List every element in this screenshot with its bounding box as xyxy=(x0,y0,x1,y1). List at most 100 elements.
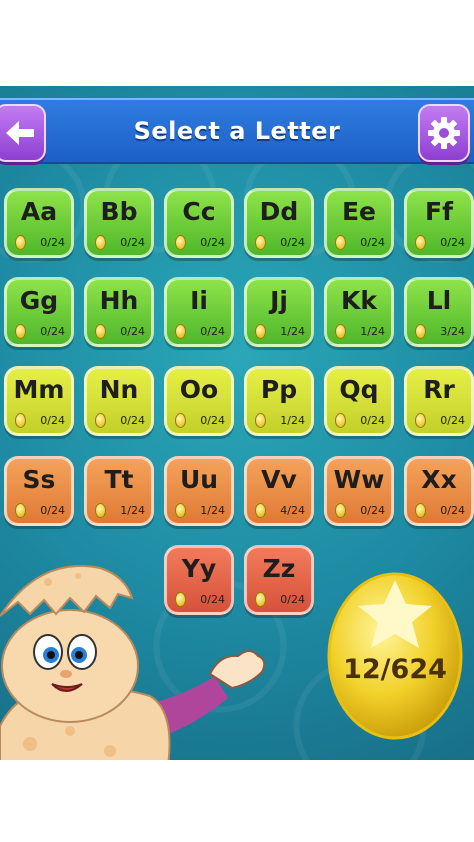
egg-coin-icon xyxy=(15,503,26,518)
title-bar: Select a Letter xyxy=(0,98,474,164)
egg-coin-icon xyxy=(255,235,266,250)
letter-label: Gg xyxy=(19,286,59,315)
letter-tile-h[interactable]: Hh 0/24 xyxy=(84,277,154,347)
letter-tile-a[interactable]: Aa 0/24 xyxy=(4,188,74,258)
egg-coin-icon xyxy=(335,324,346,339)
egg-coin-icon xyxy=(175,324,186,339)
egg-coin-icon xyxy=(415,324,426,339)
total-score: 12/624 xyxy=(343,654,447,685)
letter-score: 0/24 xyxy=(120,414,145,427)
letter-label: Ll xyxy=(426,286,452,315)
letter-label: Rr xyxy=(423,375,455,404)
letter-label: Kk xyxy=(341,286,377,315)
gear-icon xyxy=(428,117,460,149)
letter-label: Ff xyxy=(425,197,453,226)
egg-coin-icon xyxy=(335,503,346,518)
letter-label: Ww xyxy=(333,465,385,494)
letter-score: 0/24 xyxy=(440,236,465,249)
letter-label: Tt xyxy=(104,465,134,494)
letter-tile-s[interactable]: Ss 0/24 xyxy=(4,456,74,526)
letter-score: 1/24 xyxy=(120,504,145,517)
letter-score: 1/24 xyxy=(280,414,305,427)
letter-score: 0/24 xyxy=(40,414,65,427)
letter-label: Xx xyxy=(421,465,457,494)
letter-label: Nn xyxy=(99,375,139,404)
egg-coin-icon xyxy=(95,324,106,339)
letter-tile-l[interactable]: Ll 3/24 xyxy=(404,277,474,347)
letter-label: Ss xyxy=(22,465,56,494)
letter-score: 0/24 xyxy=(280,236,305,249)
letter-score: 0/24 xyxy=(40,504,65,517)
letter-tile-o[interactable]: Oo 0/24 xyxy=(164,366,234,436)
egg-coin-icon xyxy=(175,413,186,428)
letter-label: Vv xyxy=(261,465,297,494)
egg-coin-icon xyxy=(255,503,266,518)
letter-score: 0/24 xyxy=(120,325,145,338)
letter-score: 0/24 xyxy=(40,236,65,249)
letter-score: 1/24 xyxy=(280,325,305,338)
letter-label: Cc xyxy=(182,197,216,226)
letter-tile-b[interactable]: Bb 0/24 xyxy=(84,188,154,258)
letter-tile-n[interactable]: Nn 0/24 xyxy=(84,366,154,436)
egg-coin-icon xyxy=(335,235,346,250)
letter-tile-v[interactable]: Vv 4/24 xyxy=(244,456,314,526)
letter-tile-g[interactable]: Gg 0/24 xyxy=(4,277,74,347)
settings-button[interactable] xyxy=(418,104,470,162)
letter-tile-q[interactable]: Qq 0/24 xyxy=(324,366,394,436)
letter-label: Bb xyxy=(100,197,138,226)
letter-tile-k[interactable]: Kk 1/24 xyxy=(324,277,394,347)
letter-score: 0/24 xyxy=(440,504,465,517)
total-progress-egg: 12/624 xyxy=(326,558,464,740)
letter-score: 4/24 xyxy=(280,504,305,517)
egg-coin-icon xyxy=(415,235,426,250)
letter-label: Qq xyxy=(339,375,379,404)
letter-tile-i[interactable]: Ii 0/24 xyxy=(164,277,234,347)
letter-label: Ee xyxy=(341,197,377,226)
egg-coin-icon xyxy=(95,503,106,518)
egg-coin-icon xyxy=(15,324,26,339)
letter-score: 3/24 xyxy=(440,325,465,338)
letter-label: Pp xyxy=(260,375,298,404)
back-arrow-icon xyxy=(6,121,34,145)
back-button[interactable] xyxy=(0,104,46,162)
letter-label: Mm xyxy=(13,375,65,404)
letter-score: 0/24 xyxy=(200,325,225,338)
letter-tile-f[interactable]: Ff 0/24 xyxy=(404,188,474,258)
letter-tile-t[interactable]: Tt 1/24 xyxy=(84,456,154,526)
letter-tile-c[interactable]: Cc 0/24 xyxy=(164,188,234,258)
egg-coin-icon xyxy=(335,413,346,428)
letter-score: 0/24 xyxy=(360,504,385,517)
egg-coin-icon xyxy=(255,324,266,339)
letter-tile-r[interactable]: Rr 0/24 xyxy=(404,366,474,436)
letter-score: 0/24 xyxy=(200,236,225,249)
egg-coin-icon xyxy=(15,235,26,250)
letter-score: 0/24 xyxy=(360,414,385,427)
letter-tile-e[interactable]: Ee 0/24 xyxy=(324,188,394,258)
letter-score: 0/24 xyxy=(440,414,465,427)
egg-coin-icon xyxy=(175,503,186,518)
letter-label: Aa xyxy=(20,197,58,226)
egg-coin-icon xyxy=(15,413,26,428)
letter-tile-u[interactable]: Uu 1/24 xyxy=(164,456,234,526)
letter-tile-w[interactable]: Ww 0/24 xyxy=(324,456,394,526)
egg-coin-icon xyxy=(255,413,266,428)
letter-score: 0/24 xyxy=(280,593,305,606)
letter-score: 1/24 xyxy=(200,504,225,517)
egg-coin-icon xyxy=(175,235,186,250)
letter-tile-d[interactable]: Dd 0/24 xyxy=(244,188,314,258)
game-stage: Select a Letter Aa 0/24 Bb 0/24 Cc 0/24 … xyxy=(0,86,474,760)
letter-label: Hh xyxy=(99,286,139,315)
egg-coin-icon xyxy=(415,413,426,428)
letter-label: Dd xyxy=(259,197,299,226)
hatching-egg-character xyxy=(0,565,266,760)
letter-tile-j[interactable]: Jj 1/24 xyxy=(244,277,314,347)
letter-tile-m[interactable]: Mm 0/24 xyxy=(4,366,74,436)
letter-tile-p[interactable]: Pp 1/24 xyxy=(244,366,314,436)
letter-score: 0/24 xyxy=(200,414,225,427)
letter-label: Ii xyxy=(190,286,208,315)
letter-tile-x[interactable]: Xx 0/24 xyxy=(404,456,474,526)
egg-coin-icon xyxy=(95,413,106,428)
golden-egg-star-icon xyxy=(327,572,463,740)
egg-coin-icon xyxy=(415,503,426,518)
letter-score: 1/24 xyxy=(360,325,385,338)
